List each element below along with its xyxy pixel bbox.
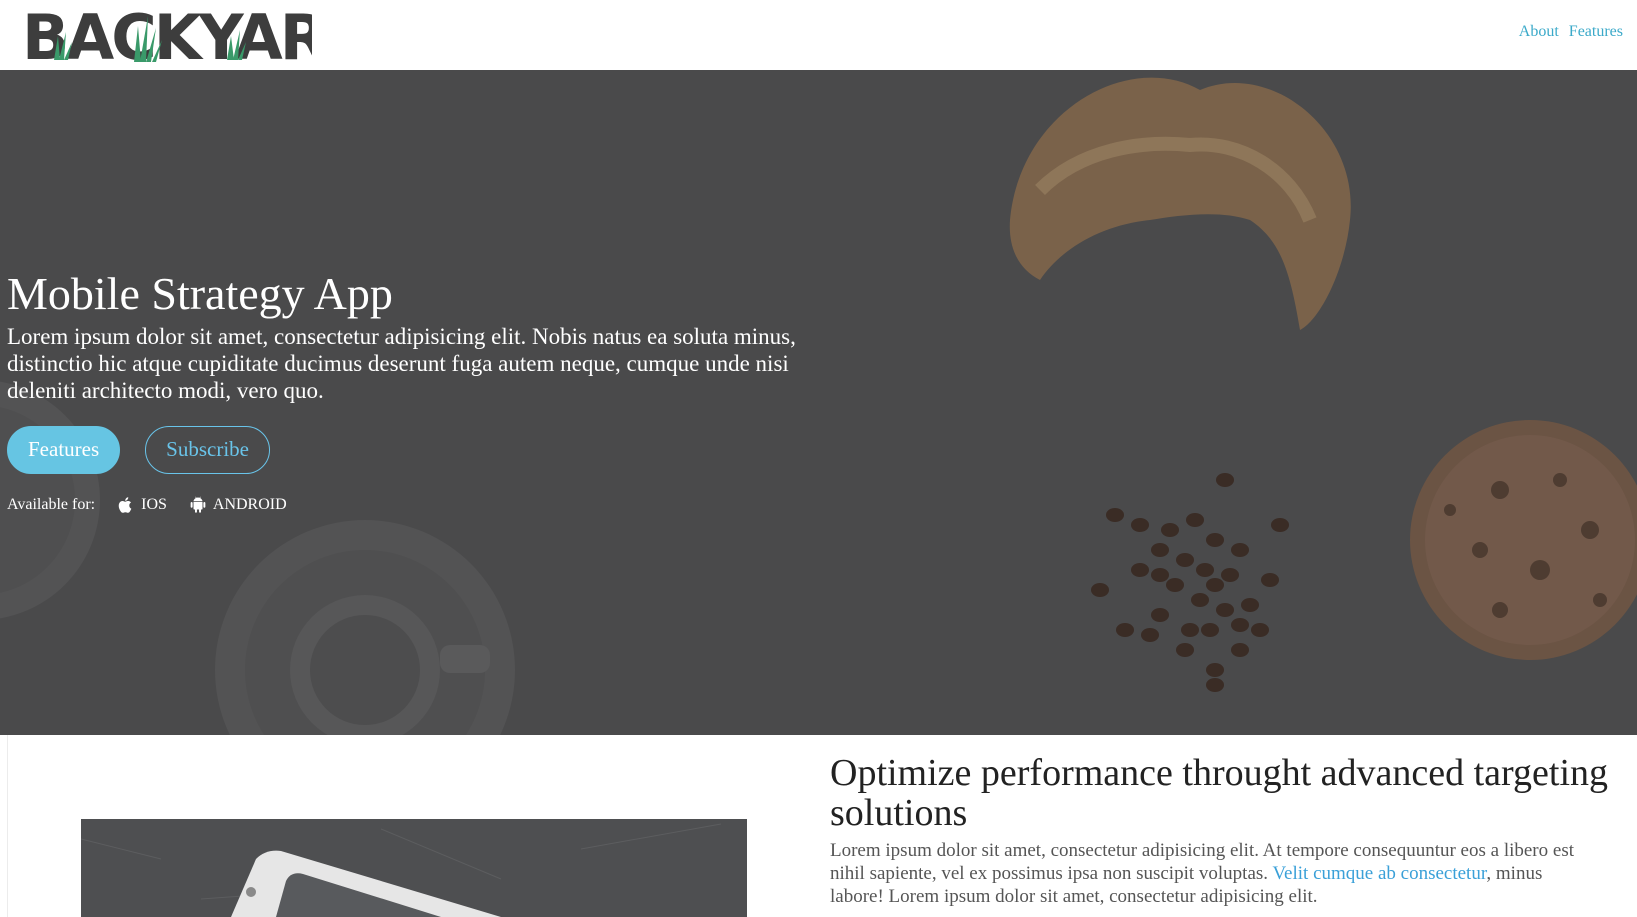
hero-description: Lorem ipsum dolor sit amet, consectetur … [7, 323, 796, 403]
feature-inline-link[interactable]: Velit cumque ab consectetur [1272, 863, 1486, 884]
apple-icon [118, 497, 132, 513]
section-divider [7, 735, 8, 917]
feature-copy: Optimize performance throught advanced t… [830, 753, 1630, 908]
subscribe-button[interactable]: Subscribe [145, 425, 270, 474]
platform-android-label: ANDROID [212, 495, 287, 513]
feature-section: Optimize performance throught advanced t… [0, 735, 1637, 917]
available-platforms: Available for: IOS ANDROID [7, 496, 827, 514]
main-nav: About Features [1519, 23, 1623, 41]
platform-ios-label: IOS [141, 495, 167, 513]
available-label: Available for: [7, 495, 96, 513]
phone-image [81, 819, 747, 917]
feature-title: Optimize performance throught advanced t… [830, 752, 1608, 834]
platform-ios[interactable]: IOS [117, 496, 167, 514]
phone-illustration [81, 819, 747, 917]
logo-image: BACKYARD [22, 1, 376, 74]
android-icon [190, 496, 206, 513]
nav-link-about[interactable]: About [1519, 23, 1559, 41]
nav-link-features[interactable]: Features [1569, 23, 1623, 41]
site-header: BACKYARD About Features [0, 0, 1637, 74]
platform-android[interactable]: ANDROID [189, 496, 287, 514]
hero-title: Mobile Strategy App [7, 268, 393, 319]
features-button[interactable]: Features [7, 425, 121, 474]
hero-section: Mobile Strategy App Lorem ipsum dolor si… [0, 70, 1637, 735]
hero-content: Mobile Strategy App Lorem ipsum dolor si… [7, 268, 827, 514]
hero-buttons: Features Subscribe [7, 425, 827, 474]
logo[interactable]: BACKYARD [22, 1, 376, 74]
feature-description: Lorem ipsum dolor sit amet, consectetur … [830, 839, 1600, 908]
